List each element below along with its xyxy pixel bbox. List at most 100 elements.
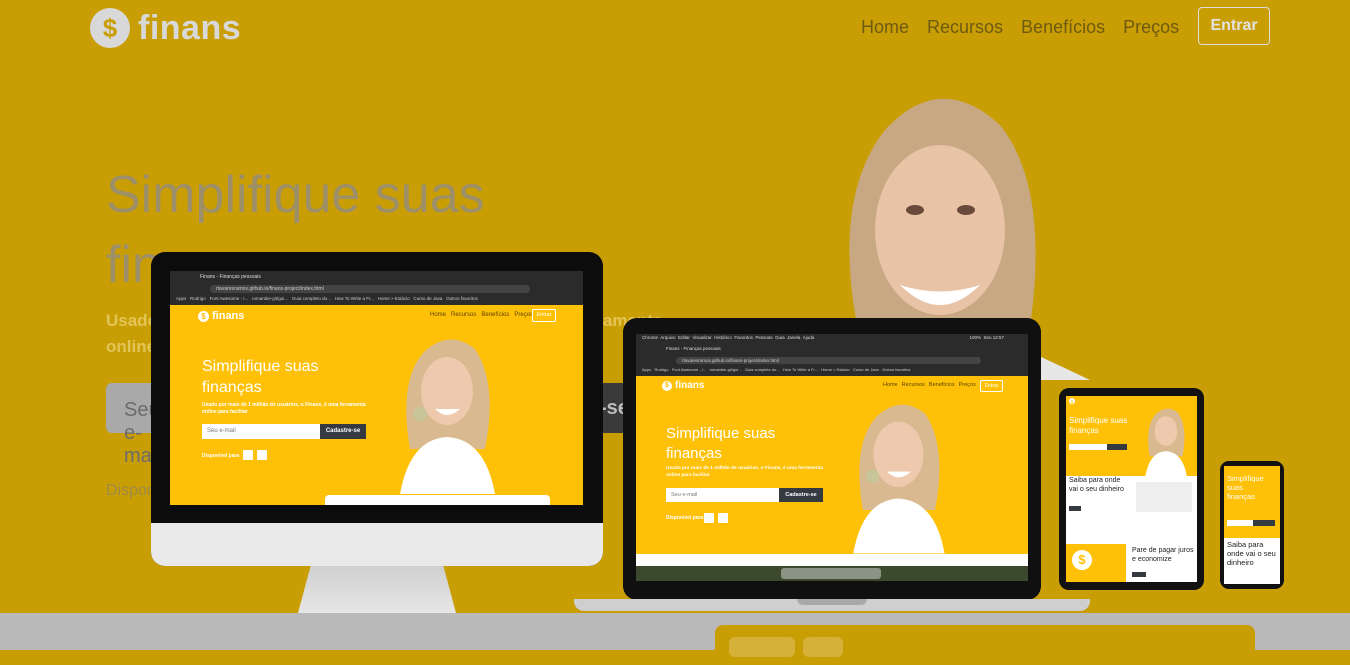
mini-signup-button[interactable] bbox=[1253, 520, 1275, 526]
browser-tab-title[interactable]: Finans - Finanças pessoais bbox=[200, 274, 261, 280]
imac-stand bbox=[298, 566, 456, 613]
bookmark-item[interactable]: romanbie-git/gui... bbox=[252, 296, 288, 301]
tablet-section-title: Saiba para onde vai o seu dinheiro bbox=[1069, 477, 1124, 493]
bookmarks-bar: Apps Rodrigo Font Awesome - I... romanbi… bbox=[642, 367, 910, 372]
bottom-card bbox=[715, 625, 1255, 665]
mini-email-input[interactable] bbox=[1069, 444, 1107, 450]
mini-nav-item[interactable]: Recursos bbox=[902, 382, 925, 388]
login-button[interactable]: Entrar bbox=[1198, 7, 1270, 45]
mini-signup-button[interactable]: Cadastre-se bbox=[320, 424, 366, 439]
bookmark-item[interactable]: How To Write a Fr... bbox=[783, 367, 818, 372]
mini-features-section bbox=[636, 554, 1028, 566]
apple-store-icon[interactable] bbox=[704, 513, 714, 523]
browser-chrome: Chrome Arquivo Editar Visualizar Históri… bbox=[636, 334, 1028, 376]
address-bar[interactable]: rtavaresramos.github.io/finans-project/i… bbox=[676, 357, 981, 364]
mac-menu-item[interactable]: Guia bbox=[775, 335, 785, 340]
tablet-section-button[interactable] bbox=[1069, 506, 1081, 511]
mac-menu-item[interactable]: Visualizar bbox=[692, 335, 711, 340]
mac-menu-item[interactable]: Pessoas bbox=[755, 335, 772, 340]
nav-item-precos[interactable]: Preços bbox=[1123, 17, 1179, 38]
bookmark-item[interactable]: romanbie-git/gui... bbox=[710, 367, 742, 372]
bookmark-item[interactable]: How To Write a Fr... bbox=[335, 296, 374, 301]
dollar-coin-icon: $ bbox=[90, 8, 130, 48]
phone-section-title: Saiba para onde vai o seu dinheiro bbox=[1227, 540, 1276, 567]
mini-hero-title: Simplifique suas finanças bbox=[202, 358, 319, 396]
imac-screen: Finans - Finanças pessoais rtavaresramos… bbox=[170, 271, 583, 505]
dollar-coin-icon: $ bbox=[662, 380, 672, 391]
battery-status: 100% bbox=[969, 335, 981, 340]
bookmark-item[interactable]: Guia completo do... bbox=[292, 296, 331, 301]
mini-nav-item[interactable]: Preços bbox=[959, 382, 976, 388]
bookmark-item[interactable]: Outros favoritos bbox=[882, 367, 910, 372]
tablet-screen: $ Simplifique suas finanças Saiba para o… bbox=[1066, 396, 1197, 582]
bookmark-item[interactable]: Curso de Java bbox=[413, 296, 442, 301]
clock-status: Seu 12:57 bbox=[983, 335, 1004, 340]
mac-menu-item[interactable]: Arquivo bbox=[660, 335, 675, 340]
mini-email-input[interactable]: Seu e-mail bbox=[202, 424, 320, 439]
mac-menu-item[interactable]: Favoritos bbox=[734, 335, 753, 340]
mac-menu-item[interactable]: Histórico bbox=[714, 335, 732, 340]
mac-menu-item[interactable]: Ajuda bbox=[803, 335, 815, 340]
bookmark-item[interactable]: Guia completo do... bbox=[745, 367, 780, 372]
mini-nav-item[interactable]: Benefícios bbox=[929, 382, 955, 388]
tablet-section-image bbox=[1136, 482, 1192, 512]
mini-hero-title: Simplifique suas finanças bbox=[1227, 474, 1264, 501]
mac-menu-item[interactable]: Janela bbox=[787, 335, 800, 340]
mini-nav-item[interactable]: Home bbox=[430, 312, 446, 318]
nav-item-home[interactable]: Home bbox=[861, 17, 909, 38]
mini-signup-button[interactable]: Cadastre-se bbox=[779, 488, 823, 502]
mini-nav: Home Recursos Benefícios Preços bbox=[883, 382, 976, 388]
tablet-card-image: $ bbox=[1066, 544, 1126, 582]
mac-status-bar: 100% Seu 12:57 bbox=[969, 335, 1004, 340]
mini-available-label: Disponível para bbox=[202, 453, 240, 459]
mini-hero-subtitle: Usado por mais de 1 milhão de usuários, … bbox=[202, 402, 366, 415]
bookmark-item[interactable]: Apps bbox=[642, 367, 651, 372]
bookmark-item[interactable]: Outros favoritos bbox=[446, 296, 478, 301]
nav-item-recursos[interactable]: Recursos bbox=[927, 17, 1003, 38]
dollar-coin-icon: $ bbox=[1072, 550, 1092, 570]
tablet-section2-button[interactable] bbox=[1132, 572, 1146, 577]
mini-woman-photo bbox=[1145, 408, 1187, 476]
mac-menu-item[interactable]: Editar bbox=[678, 335, 690, 340]
bookmark-item[interactable]: Home > Estácio bbox=[378, 296, 410, 301]
mini-brand-name: finans bbox=[675, 380, 705, 391]
nav-item-beneficios[interactable]: Benefícios bbox=[1021, 17, 1105, 38]
mini-nav-item[interactable]: Recursos bbox=[451, 312, 476, 318]
bookmark-item[interactable]: Font Awesome - I... bbox=[210, 296, 249, 301]
phone-screen: Simplifique suas finanças Saiba para ond… bbox=[1224, 466, 1280, 584]
bookmark-item[interactable]: Home > Estácio bbox=[821, 367, 849, 372]
mini-brand-logo: $ finans bbox=[662, 380, 704, 391]
browser-tab-title[interactable]: Finans - Finanças pessoais bbox=[666, 346, 721, 351]
imac-chin bbox=[151, 523, 603, 566]
bottom-card-pill bbox=[729, 637, 795, 657]
mini-signup-button[interactable] bbox=[1107, 444, 1127, 450]
mini-nav-item[interactable]: Preços bbox=[514, 312, 533, 318]
mini-email-input[interactable]: Seu e-mail bbox=[666, 488, 779, 502]
play-store-icon[interactable] bbox=[718, 513, 728, 523]
mini-available-label: Disponível para bbox=[666, 515, 704, 521]
mac-menu-bar: Chrome Arquivo Editar Visualizar Históri… bbox=[642, 335, 814, 340]
mac-menu-item[interactable]: Chrome bbox=[642, 335, 658, 340]
bookmark-item[interactable]: Font Awesome - I... bbox=[672, 367, 706, 372]
mac-dock[interactable] bbox=[781, 568, 881, 579]
mini-login-button[interactable]: Entrar bbox=[532, 309, 556, 322]
address-bar[interactable]: rtavaresramos.github.io/finans-project/i… bbox=[210, 285, 530, 293]
mini-login-button[interactable]: Entrar bbox=[980, 380, 1003, 392]
mini-nav-item[interactable]: Benefícios bbox=[481, 312, 509, 318]
play-store-icon[interactable] bbox=[257, 450, 267, 460]
mini-hero-subtitle: Usado por mais de 1 milhão de usuários, … bbox=[666, 466, 824, 478]
bookmark-item[interactable]: Rodrigo bbox=[190, 296, 206, 301]
bookmark-item[interactable]: Apps bbox=[176, 296, 186, 301]
apple-store-icon[interactable] bbox=[243, 450, 253, 460]
brand-name: finans bbox=[138, 8, 242, 47]
mini-hero-title: Simplifique suas finanças bbox=[1069, 416, 1128, 435]
bookmark-item[interactable]: Rodrigo bbox=[654, 367, 668, 372]
bookmark-item[interactable]: Curso de Java bbox=[853, 367, 879, 372]
mini-email-input[interactable] bbox=[1227, 520, 1253, 526]
mini-nav-item[interactable]: Home bbox=[883, 382, 898, 388]
browser-chrome: Finans - Finanças pessoais rtavaresramos… bbox=[170, 271, 583, 305]
dollar-coin-icon: $ bbox=[198, 310, 209, 322]
bookmarks-bar: Apps Rodrigo Font Awesome - I... romanbi… bbox=[176, 296, 478, 301]
macbook-notch bbox=[797, 599, 867, 605]
brand-logo[interactable]: $ finans bbox=[90, 8, 241, 48]
